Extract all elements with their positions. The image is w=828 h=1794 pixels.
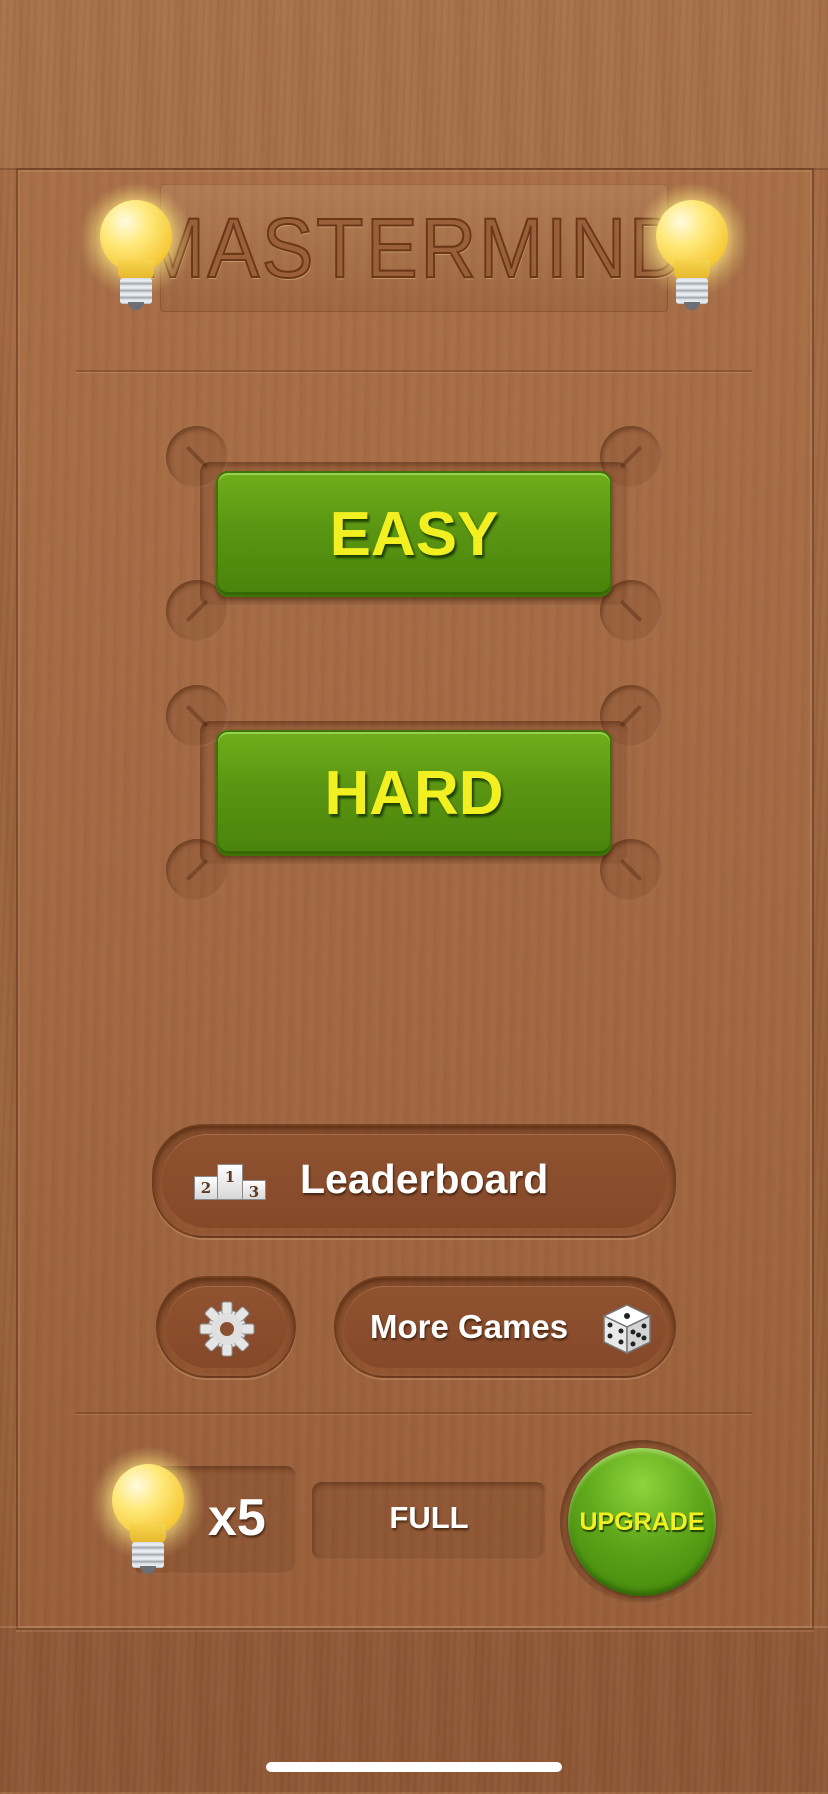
- hard-button-label: HARD: [324, 758, 504, 828]
- lightbulb-icon-right: [634, 182, 750, 318]
- easy-button-label: EASY: [329, 499, 499, 569]
- lightbulb-icon-left: [78, 182, 194, 318]
- hard-frame: HARD: [166, 685, 662, 901]
- leaderboard-label: Leaderboard: [300, 1156, 549, 1202]
- upgrade-button[interactable]: UPGRADE: [568, 1448, 716, 1596]
- settings-button[interactable]: [156, 1276, 296, 1378]
- easy-frame: EASY: [166, 426, 662, 642]
- upgrade-label: UPGRADE: [579, 1507, 705, 1536]
- hint-status: FULL: [389, 1500, 469, 1535]
- hard-button[interactable]: HARD: [216, 730, 612, 856]
- more-games-label: More Games: [370, 1308, 569, 1345]
- divider-bottom: [76, 1412, 752, 1415]
- more-games-button[interactable]: More Games: [334, 1276, 676, 1378]
- divider-top: [76, 370, 752, 373]
- home-indicator[interactable]: [266, 1762, 562, 1772]
- lightbulb-icon: [90, 1446, 206, 1582]
- gear-icon: [199, 1301, 255, 1357]
- podium-icon: 2 1 3: [194, 1162, 266, 1201]
- game-title: MASTERMIND: [140, 200, 688, 296]
- hint-count: x5: [208, 1489, 266, 1547]
- top-wood-strip: [0, 0, 828, 170]
- leaderboard-button[interactable]: 2 1 3 Leaderboard: [152, 1124, 676, 1238]
- dice-icon: [602, 1304, 652, 1355]
- easy-button[interactable]: EASY: [216, 471, 612, 597]
